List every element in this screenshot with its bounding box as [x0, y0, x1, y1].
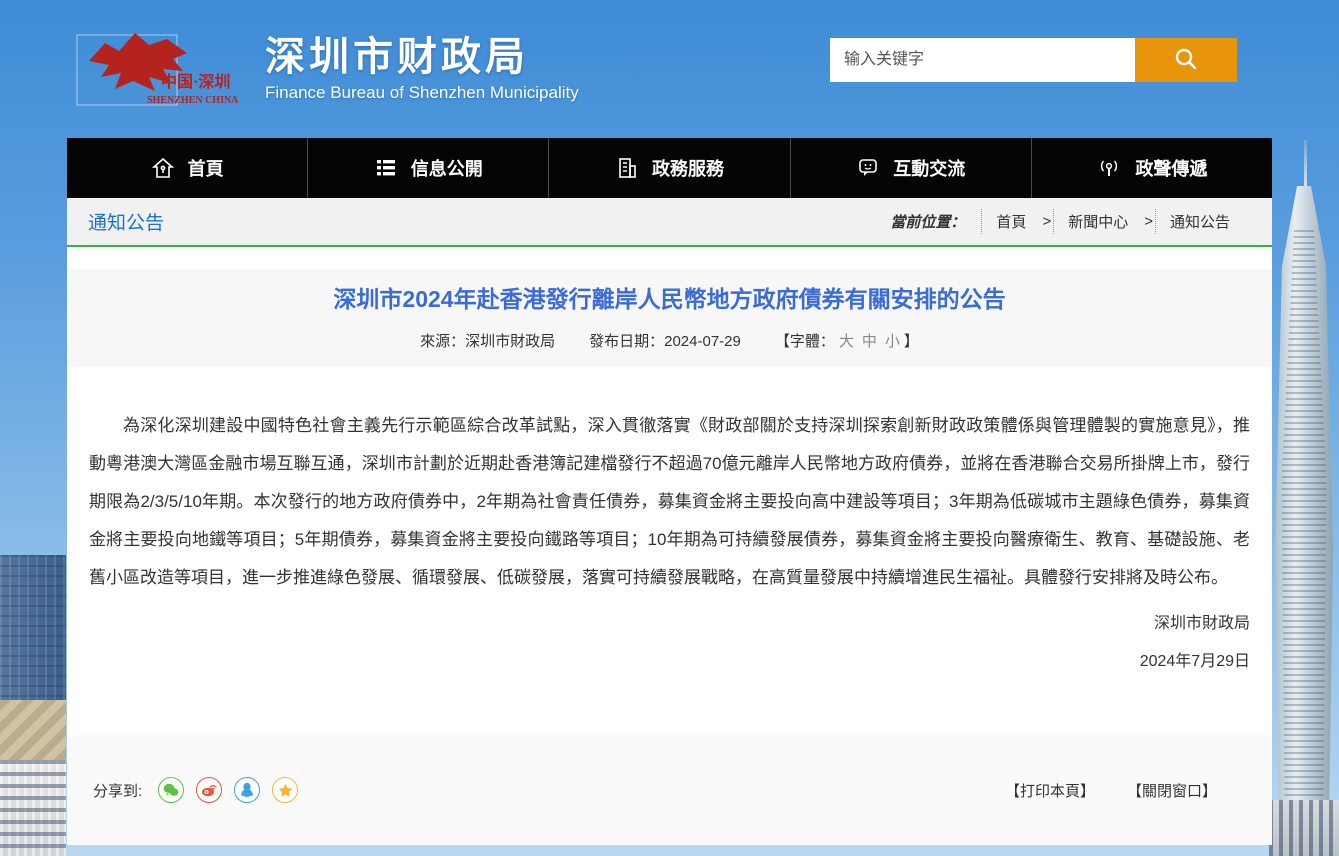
main-nav: 首頁 信息公開 政務服務: [67, 138, 1272, 198]
breadcrumb-separator: >: [1042, 213, 1051, 230]
font-size-label: 【字體：: [775, 333, 835, 350]
nav-item-gov-services[interactable]: 政務服務: [549, 138, 790, 198]
nav-label: 政聲傳遞: [1135, 155, 1207, 181]
font-size-medium-button[interactable]: 中: [862, 333, 877, 350]
list-icon: [374, 156, 398, 180]
font-size-small-button[interactable]: 小: [885, 333, 900, 350]
skyline-roof: [0, 700, 66, 760]
site-identity: 深圳市财政局 Finance Bureau of Shenzhen Munici…: [265, 35, 579, 103]
skyline-bottom-building: [0, 760, 66, 856]
logo-text-cn: 中国·深圳: [161, 72, 230, 91]
article-panel: 深圳市2024年赴香港發行離岸人民幣地方政府債券有關安排的公告 來源：深圳市財政…: [67, 247, 1272, 845]
nav-item-info-disclosure[interactable]: 信息公開: [308, 138, 549, 198]
search-bar: [830, 38, 1237, 82]
logo-text-en: SHENZHEN CHINA: [147, 95, 239, 106]
breadcrumb-item-news-center[interactable]: 新聞中心: [1053, 209, 1142, 234]
broadcast-icon: [1096, 156, 1122, 180]
wechat-share-icon[interactable]: [158, 777, 184, 803]
page-column: 中国·深圳 SHENZHEN CHINA 深圳市财政局 Finance Bure…: [67, 0, 1272, 845]
breadcrumb-separator: >: [1144, 213, 1153, 230]
skyline-tower-spire: [1304, 140, 1307, 192]
article-title: 深圳市2024年赴香港發行離岸人民幣地方政府債券有關安排的公告: [97, 284, 1242, 314]
article-body: 為深化深圳建設中國特色社會主義先行示範區綜合改革試點，深入貫徹落實《財政部關於支…: [67, 407, 1272, 597]
print-page-button[interactable]: 【打印本頁】: [1005, 780, 1095, 801]
search-icon: [1173, 46, 1199, 75]
skyline-bottom-right-building: [1269, 800, 1339, 856]
share-group: 分享到:: [93, 777, 298, 803]
source-value: 深圳市財政局: [465, 333, 555, 350]
font-size-label-close: 】: [904, 333, 919, 350]
article-title-section: 深圳市2024年赴香港發行離岸人民幣地方政府債券有關安排的公告 來源：深圳市財政…: [67, 269, 1272, 367]
search-input[interactable]: [830, 38, 1135, 82]
nav-label: 政務服務: [652, 155, 724, 181]
weibo-share-icon[interactable]: [196, 777, 222, 803]
nav-item-interaction[interactable]: 互動交流: [791, 138, 1032, 198]
site-header: 中国·深圳 SHENZHEN CHINA 深圳市财政局 Finance Bure…: [67, 0, 1272, 138]
nav-item-home[interactable]: 首頁: [67, 138, 308, 198]
article-signature-block: 深圳市財政局 2024年7月29日: [67, 605, 1272, 681]
section-title-link[interactable]: 通知公告: [88, 208, 164, 235]
chat-icon: [856, 156, 880, 180]
publish-date-value: 2024-07-29: [664, 333, 741, 350]
article-paragraph: 為深化深圳建設中國特色社會主義先行示範區綜合改革試點，深入貫徹落實《財政部關於支…: [89, 407, 1250, 597]
nav-label: 信息公開: [411, 155, 483, 181]
site-title: 深圳市财政局: [265, 35, 579, 79]
nav-item-gov-voice[interactable]: 政聲傳遞: [1032, 138, 1272, 198]
qzone-share-icon[interactable]: [272, 777, 298, 803]
share-section: 分享到:: [67, 735, 1272, 845]
close-window-button[interactable]: 【關閉窗口】: [1127, 780, 1217, 801]
site-subtitle: Finance Bureau of Shenzhen Municipality: [265, 83, 579, 103]
publish-date-label: 發布日期：: [589, 333, 664, 350]
page-actions: 【打印本頁】 【關閉窗口】: [1005, 780, 1217, 801]
nav-label: 首頁: [188, 155, 224, 181]
home-icon: [151, 156, 175, 180]
breadcrumb-item-home[interactable]: 首頁: [981, 209, 1040, 234]
building-icon: [615, 156, 639, 180]
shenzhen-logo-icon[interactable]: 中国·深圳 SHENZHEN CHINA: [75, 25, 247, 113]
qq-share-icon[interactable]: [234, 777, 260, 803]
source-label: 來源：: [420, 333, 465, 350]
search-button[interactable]: [1135, 38, 1237, 82]
breadcrumb: 當前位置： 首頁 > 新聞中心 > 通知公告: [890, 209, 1244, 234]
breadcrumb-location-label: 當前位置：: [890, 211, 965, 232]
breadcrumb-bar: 通知公告 當前位置： 首頁 > 新聞中心 > 通知公告: [67, 198, 1272, 247]
share-label: 分享到:: [93, 780, 142, 801]
nav-label: 互動交流: [893, 155, 965, 181]
signature-date: 2024年7月29日: [67, 643, 1250, 681]
article-meta: 來源：深圳市財政局 發布日期：2024-07-29 【字體：大中小】: [97, 330, 1242, 351]
breadcrumb-item-notices[interactable]: 通知公告: [1155, 209, 1244, 234]
font-size-large-button[interactable]: 大: [839, 333, 854, 350]
signature-org: 深圳市財政局: [67, 605, 1250, 643]
